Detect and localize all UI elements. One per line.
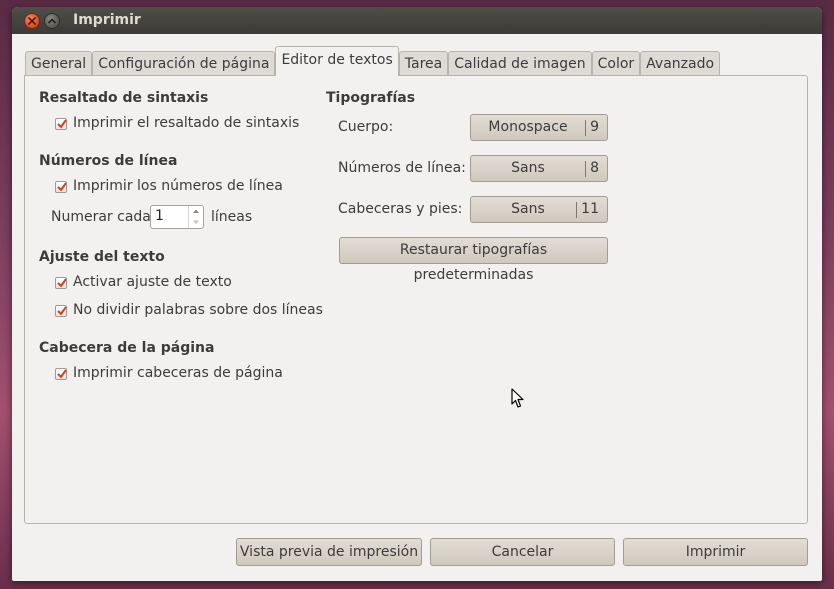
enable-wrap-label[interactable]: Activar ajuste de texto [73, 274, 232, 290]
wrap-heading: Ajuste del texto [39, 249, 165, 265]
headers-footers-font-button[interactable]: Sans 11 [470, 196, 608, 223]
window-title: Imprimir [73, 12, 141, 28]
print-headers-checkbox[interactable] [55, 368, 67, 380]
checkmark-icon [57, 306, 67, 316]
line-numbers-font-label: Números de línea: [338, 160, 466, 176]
body-font-button[interactable]: Monospace 9 [470, 114, 608, 141]
no-split-words-label[interactable]: No dividir palabras sobre dos líneas [73, 302, 323, 318]
chevron-up-icon [48, 18, 56, 24]
checkmark-icon [57, 119, 67, 129]
font-button-separator [576, 202, 577, 218]
maximize-window-button[interactable] [44, 13, 60, 29]
line-numbers-heading: Números de línea [39, 153, 178, 169]
close-icon [28, 17, 36, 25]
line-numbers-font-name: Sans [511, 160, 545, 176]
spin-down-icon[interactable] [189, 217, 203, 228]
tab-general[interactable]: General [25, 51, 93, 75]
headers-footers-font-label: Cabeceras y pies: [338, 201, 463, 217]
lines-suffix: líneas [211, 209, 253, 225]
fonts-heading: Tipografías [326, 90, 416, 106]
tab-page-setup[interactable]: Configuración de página [92, 51, 276, 75]
print-preview-button[interactable]: Vista previa de impresión [236, 538, 422, 566]
body-font-name: Monospace [488, 119, 568, 135]
no-split-words-checkbox[interactable] [55, 305, 67, 317]
syntax-heading: Resaltado de sintaxis [39, 90, 209, 106]
tab-bar: General Configuración de página Editor d… [25, 46, 721, 76]
body-font-label: Cuerpo: [338, 119, 394, 135]
tab-image-quality[interactable]: Calidad de imagen [448, 51, 592, 75]
spin-up-icon[interactable] [189, 206, 203, 217]
mouse-pointer-icon [511, 388, 524, 408]
tab-color[interactable]: Color [591, 51, 641, 75]
close-window-button[interactable] [24, 13, 40, 29]
line-numbers-font-button[interactable]: Sans 8 [470, 155, 608, 182]
checkmark-icon [57, 369, 67, 379]
number-every-spinner[interactable]: 1 [150, 205, 204, 229]
font-button-separator [585, 161, 586, 177]
headers-footers-font-size: 11 [581, 201, 599, 217]
checkmark-icon [57, 182, 67, 192]
print-highlight-label[interactable]: Imprimir el resaltado de sintaxis [73, 115, 299, 131]
print-dialog: Imprimir General Configuración de página… [12, 7, 822, 581]
tab-job[interactable]: Tarea [398, 51, 449, 75]
line-numbers-font-size: 8 [590, 160, 599, 176]
number-every-value[interactable]: 1 [155, 208, 164, 224]
print-highlight-checkbox[interactable] [55, 118, 67, 130]
body-font-size: 9 [590, 119, 599, 135]
tab-text-editor[interactable]: Editor de textos [275, 46, 399, 76]
print-button[interactable]: Imprimir [623, 538, 808, 566]
headers-footers-font-name: Sans [511, 201, 545, 217]
checkmark-icon [57, 278, 67, 288]
cancel-button[interactable]: Cancelar [430, 538, 615, 566]
print-line-numbers-label[interactable]: Imprimir los números de línea [73, 178, 283, 194]
font-button-separator [585, 120, 586, 136]
titlebar: Imprimir [12, 7, 822, 34]
print-headers-label[interactable]: Imprimir cabeceras de página [73, 365, 283, 381]
spinner-arrows[interactable] [188, 206, 203, 228]
tab-advanced[interactable]: Avanzado [640, 51, 721, 75]
print-line-numbers-checkbox[interactable] [55, 181, 67, 193]
restore-fonts-button[interactable]: Restaurar tipografías predeterminadas [339, 237, 608, 283]
page-header-heading: Cabecera de la página [39, 340, 215, 356]
number-every-label: Numerar cada [51, 209, 151, 225]
enable-wrap-checkbox[interactable] [55, 277, 67, 289]
text-editor-panel: Resaltado de sintaxis Imprimir el resalt… [24, 75, 808, 524]
